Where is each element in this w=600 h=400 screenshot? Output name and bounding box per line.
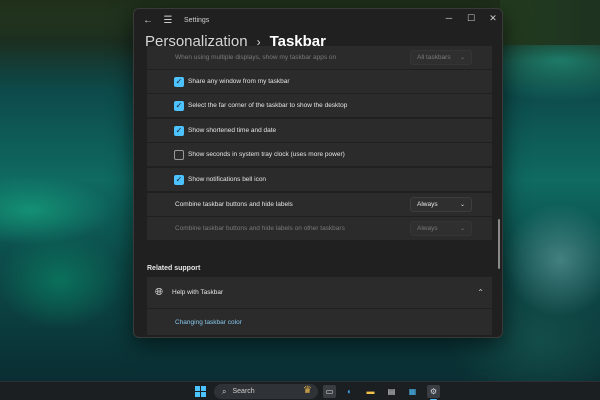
store-icon[interactable]: ▦ bbox=[406, 385, 419, 398]
checkbox-checked-icon[interactable]: ✓ bbox=[174, 76, 184, 87]
search-icon: ⌕ bbox=[222, 386, 227, 396]
dropdown-value: Always bbox=[417, 225, 438, 232]
checkbox-row-seconds-clock[interactable]: Show seconds in system tray clock (uses … bbox=[147, 143, 492, 166]
checkbox-checked-icon[interactable]: ✓ bbox=[174, 174, 184, 185]
combine-other-taskbars-setting: Combine taskbar buttons and hide labels … bbox=[147, 217, 492, 240]
scrollbar-thumb[interactable] bbox=[498, 219, 500, 269]
chevron-up-icon[interactable]: ⌃ bbox=[477, 288, 484, 297]
wallpaper-trees-right bbox=[500, 0, 600, 45]
settings-icon[interactable]: ⚙ bbox=[427, 385, 440, 398]
globe-icon: 🌐︎ bbox=[155, 287, 163, 298]
combine-buttons-dropdown[interactable]: Always ⌄ bbox=[410, 197, 472, 212]
setting-label: Combine taskbar buttons and hide labels bbox=[175, 201, 293, 208]
checkbox-label: Select the far corner of the taskbar to … bbox=[188, 102, 348, 109]
checkbox-label: Show notifications bell icon bbox=[188, 176, 267, 183]
dropdown-value: All taskbars bbox=[417, 54, 451, 61]
taskbar: ⌕ Search ♛ ▭ ◐ ▬ ▤ ▦ ⚙ bbox=[0, 381, 600, 400]
edge-icon[interactable]: ◐ bbox=[343, 385, 356, 398]
notepad-icon[interactable]: ▤ bbox=[385, 385, 398, 398]
multi-display-setting: When using multiple displays, show my ta… bbox=[147, 46, 492, 69]
hamburger-menu-icon[interactable]: ☰ bbox=[158, 9, 178, 31]
checkbox-unchecked-icon[interactable] bbox=[174, 149, 184, 160]
settings-window: ← ☰ Settings ─ ☐ ✕ Personalization › Tas… bbox=[133, 8, 503, 338]
search-highlight-icon: ♛ bbox=[303, 385, 312, 396]
changing-taskbar-color-link[interactable]: Changing taskbar color bbox=[175, 319, 242, 326]
chevron-down-icon: ⌄ bbox=[459, 202, 465, 208]
checkbox-label: Show shortened time and date bbox=[188, 127, 277, 134]
checkbox-label: Show seconds in system tray clock (uses … bbox=[188, 151, 345, 158]
checkbox-row-share-window[interactable]: ✓ Share any window from my taskbar bbox=[147, 70, 492, 93]
close-icon[interactable]: ✕ bbox=[482, 9, 502, 27]
checkbox-row-notifications-bell[interactable]: ✓ Show notifications bell icon bbox=[147, 168, 492, 191]
dropdown-value: Always bbox=[417, 201, 438, 208]
settings-content: When using multiple displays, show my ta… bbox=[147, 46, 492, 337]
file-explorer-icon[interactable]: ▬ bbox=[364, 385, 377, 398]
combine-other-dropdown[interactable]: Always ⌄ bbox=[410, 221, 472, 236]
chevron-down-icon: ⌄ bbox=[459, 55, 465, 61]
checkbox-label: Share any window from my taskbar bbox=[188, 78, 290, 85]
title-bar: ← ☰ Settings ─ ☐ ✕ bbox=[134, 9, 502, 31]
search-placeholder: Search bbox=[232, 388, 255, 395]
checkbox-checked-icon[interactable]: ✓ bbox=[174, 100, 184, 111]
help-with-taskbar-expander[interactable]: 🌐︎ Help with Taskbar ⌃ bbox=[147, 277, 492, 308]
maximize-icon[interactable]: ☐ bbox=[460, 9, 482, 27]
combine-buttons-setting: Combine taskbar buttons and hide labels … bbox=[147, 193, 492, 216]
chevron-down-icon: ⌄ bbox=[459, 226, 465, 232]
window-title: Settings bbox=[184, 16, 210, 24]
multi-display-dropdown[interactable]: All taskbars ⌄ bbox=[410, 50, 472, 65]
window-controls: ─ ☐ ✕ bbox=[438, 9, 502, 27]
help-label: Help with Taskbar bbox=[172, 289, 224, 296]
start-windows-icon[interactable] bbox=[195, 386, 206, 397]
task-view-icon[interactable]: ▭ bbox=[323, 385, 336, 398]
checkbox-row-shortened-time[interactable]: ✓ Show shortened time and date bbox=[147, 119, 492, 142]
taskbar-search-box[interactable]: ⌕ Search ♛ bbox=[214, 384, 318, 399]
checkbox-row-far-corner[interactable]: ✓ Select the far corner of the taskbar t… bbox=[147, 94, 492, 117]
setting-label: When using multiple displays, show my ta… bbox=[175, 54, 337, 61]
related-support-heading: Related support bbox=[147, 265, 201, 272]
help-link-row: Changing taskbar color bbox=[147, 309, 492, 335]
minimize-icon[interactable]: ─ bbox=[438, 9, 460, 27]
checkbox-checked-icon[interactable]: ✓ bbox=[174, 125, 184, 136]
setting-label: Combine taskbar buttons and hide labels … bbox=[175, 225, 345, 232]
back-arrow-icon[interactable]: ← bbox=[138, 9, 158, 31]
